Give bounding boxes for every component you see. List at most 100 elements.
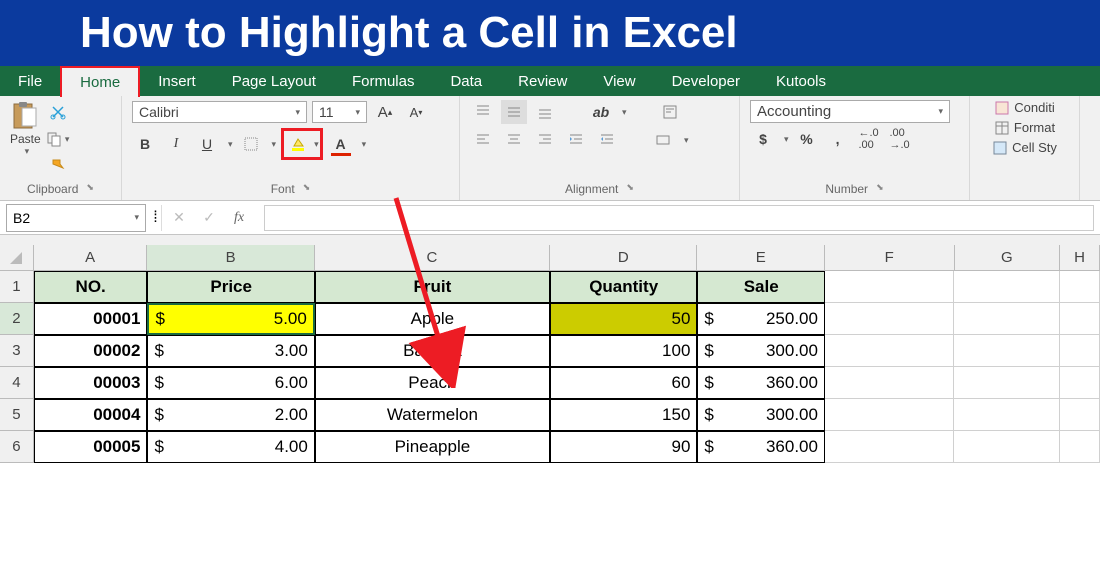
cell[interactable]: [1060, 271, 1100, 303]
select-all-corner[interactable]: [0, 245, 34, 271]
cell[interactable]: Watermelon: [315, 399, 550, 431]
cell[interactable]: [825, 271, 955, 303]
percent-button[interactable]: %: [794, 127, 820, 151]
cell[interactable]: $360.00: [697, 367, 825, 399]
row-header[interactable]: 1: [0, 271, 34, 303]
dialog-launcher-icon[interactable]: ⬊: [303, 182, 311, 196]
tab-file[interactable]: File: [0, 67, 60, 96]
cell[interactable]: $300.00: [697, 335, 825, 367]
cell[interactable]: [825, 367, 955, 399]
merge-button[interactable]: [650, 128, 676, 152]
font-color-button[interactable]: A: [328, 132, 354, 156]
cell[interactable]: $6.00: [147, 367, 314, 399]
cell[interactable]: $250.00: [697, 303, 825, 335]
cell-styles-button[interactable]: Cell Sty: [992, 140, 1057, 156]
tab-kutools[interactable]: Kutools: [758, 67, 844, 96]
cell[interactable]: Pineapple: [315, 431, 550, 463]
orientation-dropdown[interactable]: ▾: [622, 107, 627, 118]
increase-indent-button[interactable]: [594, 128, 620, 152]
conditional-formatting-button[interactable]: Conditi: [994, 100, 1054, 116]
name-box[interactable]: B2▾: [6, 204, 146, 232]
tab-data[interactable]: Data: [432, 67, 500, 96]
column-header-g[interactable]: G: [955, 245, 1061, 271]
tab-view[interactable]: View: [585, 67, 653, 96]
cell[interactable]: [954, 303, 1060, 335]
italic-button[interactable]: I: [163, 132, 189, 156]
cell[interactable]: 90: [550, 431, 697, 463]
font-color-dropdown[interactable]: ▾: [362, 139, 367, 150]
cell[interactable]: 50: [550, 303, 697, 335]
enter-formula-button[interactable]: ✓: [196, 206, 222, 230]
increase-font-button[interactable]: A▴: [372, 100, 398, 124]
insert-function-button[interactable]: fx: [226, 206, 252, 230]
dialog-launcher-icon[interactable]: ⬊: [86, 182, 94, 196]
cell[interactable]: [825, 399, 955, 431]
currency-button[interactable]: $: [750, 127, 776, 151]
row-header[interactable]: 6: [0, 431, 34, 463]
merge-dropdown[interactable]: ▾: [684, 135, 689, 146]
comma-button[interactable]: ,: [825, 127, 851, 151]
column-header-f[interactable]: F: [825, 245, 955, 271]
cell[interactable]: [954, 399, 1060, 431]
cell[interactable]: 00003: [34, 367, 148, 399]
column-header-h[interactable]: H: [1060, 245, 1100, 271]
tab-page-layout[interactable]: Page Layout: [214, 67, 334, 96]
orientation-button[interactable]: ab: [588, 100, 614, 124]
fill-color-button[interactable]: [285, 132, 311, 156]
paste-button[interactable]: Paste ▾: [10, 100, 41, 157]
cell[interactable]: 00001: [34, 303, 148, 335]
number-format-combo[interactable]: Accounting▾: [750, 100, 950, 123]
tab-developer[interactable]: Developer: [654, 67, 758, 96]
decrease-font-button[interactable]: A▾: [403, 100, 429, 124]
fill-color-dropdown[interactable]: ▾: [314, 139, 319, 150]
tab-review[interactable]: Review: [500, 67, 585, 96]
borders-dropdown[interactable]: ▾: [272, 139, 277, 150]
underline-button[interactable]: U: [194, 132, 220, 156]
cell[interactable]: Apple: [315, 303, 550, 335]
cell[interactable]: [954, 367, 1060, 399]
cell[interactable]: [1060, 303, 1100, 335]
dialog-launcher-icon[interactable]: ⬊: [876, 182, 884, 196]
bold-button[interactable]: B: [132, 132, 158, 156]
tab-formulas[interactable]: Formulas: [334, 67, 433, 96]
cell[interactable]: Quantity: [550, 271, 697, 303]
column-header-c[interactable]: C: [315, 245, 550, 271]
align-middle-button[interactable]: [501, 100, 527, 124]
align-right-button[interactable]: [532, 128, 558, 152]
underline-dropdown[interactable]: ▾: [228, 139, 233, 150]
cell[interactable]: [954, 271, 1060, 303]
cell[interactable]: 100: [550, 335, 697, 367]
borders-button[interactable]: [238, 132, 264, 156]
cell[interactable]: 60: [550, 367, 697, 399]
cell[interactable]: [954, 431, 1060, 463]
cut-button[interactable]: [45, 100, 71, 124]
decrease-indent-button[interactable]: [563, 128, 589, 152]
align-center-button[interactable]: [501, 128, 527, 152]
row-header[interactable]: 4: [0, 367, 34, 399]
cell[interactable]: [825, 303, 955, 335]
cell[interactable]: $3.00: [147, 335, 314, 367]
copy-button[interactable]: ▾: [45, 127, 71, 151]
cancel-formula-button[interactable]: ✕: [166, 206, 192, 230]
currency-dropdown[interactable]: ▾: [784, 134, 789, 145]
align-bottom-button[interactable]: [532, 100, 558, 124]
cell[interactable]: $2.00: [147, 399, 314, 431]
column-header-b[interactable]: B: [147, 245, 314, 271]
font-name-combo[interactable]: Calibri▾: [132, 101, 307, 123]
row-header[interactable]: 3: [0, 335, 34, 367]
font-size-combo[interactable]: 11▾: [312, 101, 367, 123]
column-header-d[interactable]: D: [550, 245, 697, 271]
dialog-launcher-icon[interactable]: ⬊: [626, 182, 634, 196]
column-header-a[interactable]: A: [34, 245, 148, 271]
cell[interactable]: [825, 431, 955, 463]
row-header[interactable]: 5: [0, 399, 34, 431]
cell[interactable]: $360.00: [697, 431, 825, 463]
cell[interactable]: [1060, 399, 1100, 431]
row-header[interactable]: 2: [0, 303, 34, 335]
format-painter-button[interactable]: [45, 154, 71, 178]
column-header-e[interactable]: E: [697, 245, 825, 271]
align-top-button[interactable]: [470, 100, 496, 124]
cell[interactable]: $5.00: [147, 303, 314, 335]
format-as-table-button[interactable]: Format: [994, 120, 1055, 136]
cell[interactable]: Peach: [315, 367, 550, 399]
